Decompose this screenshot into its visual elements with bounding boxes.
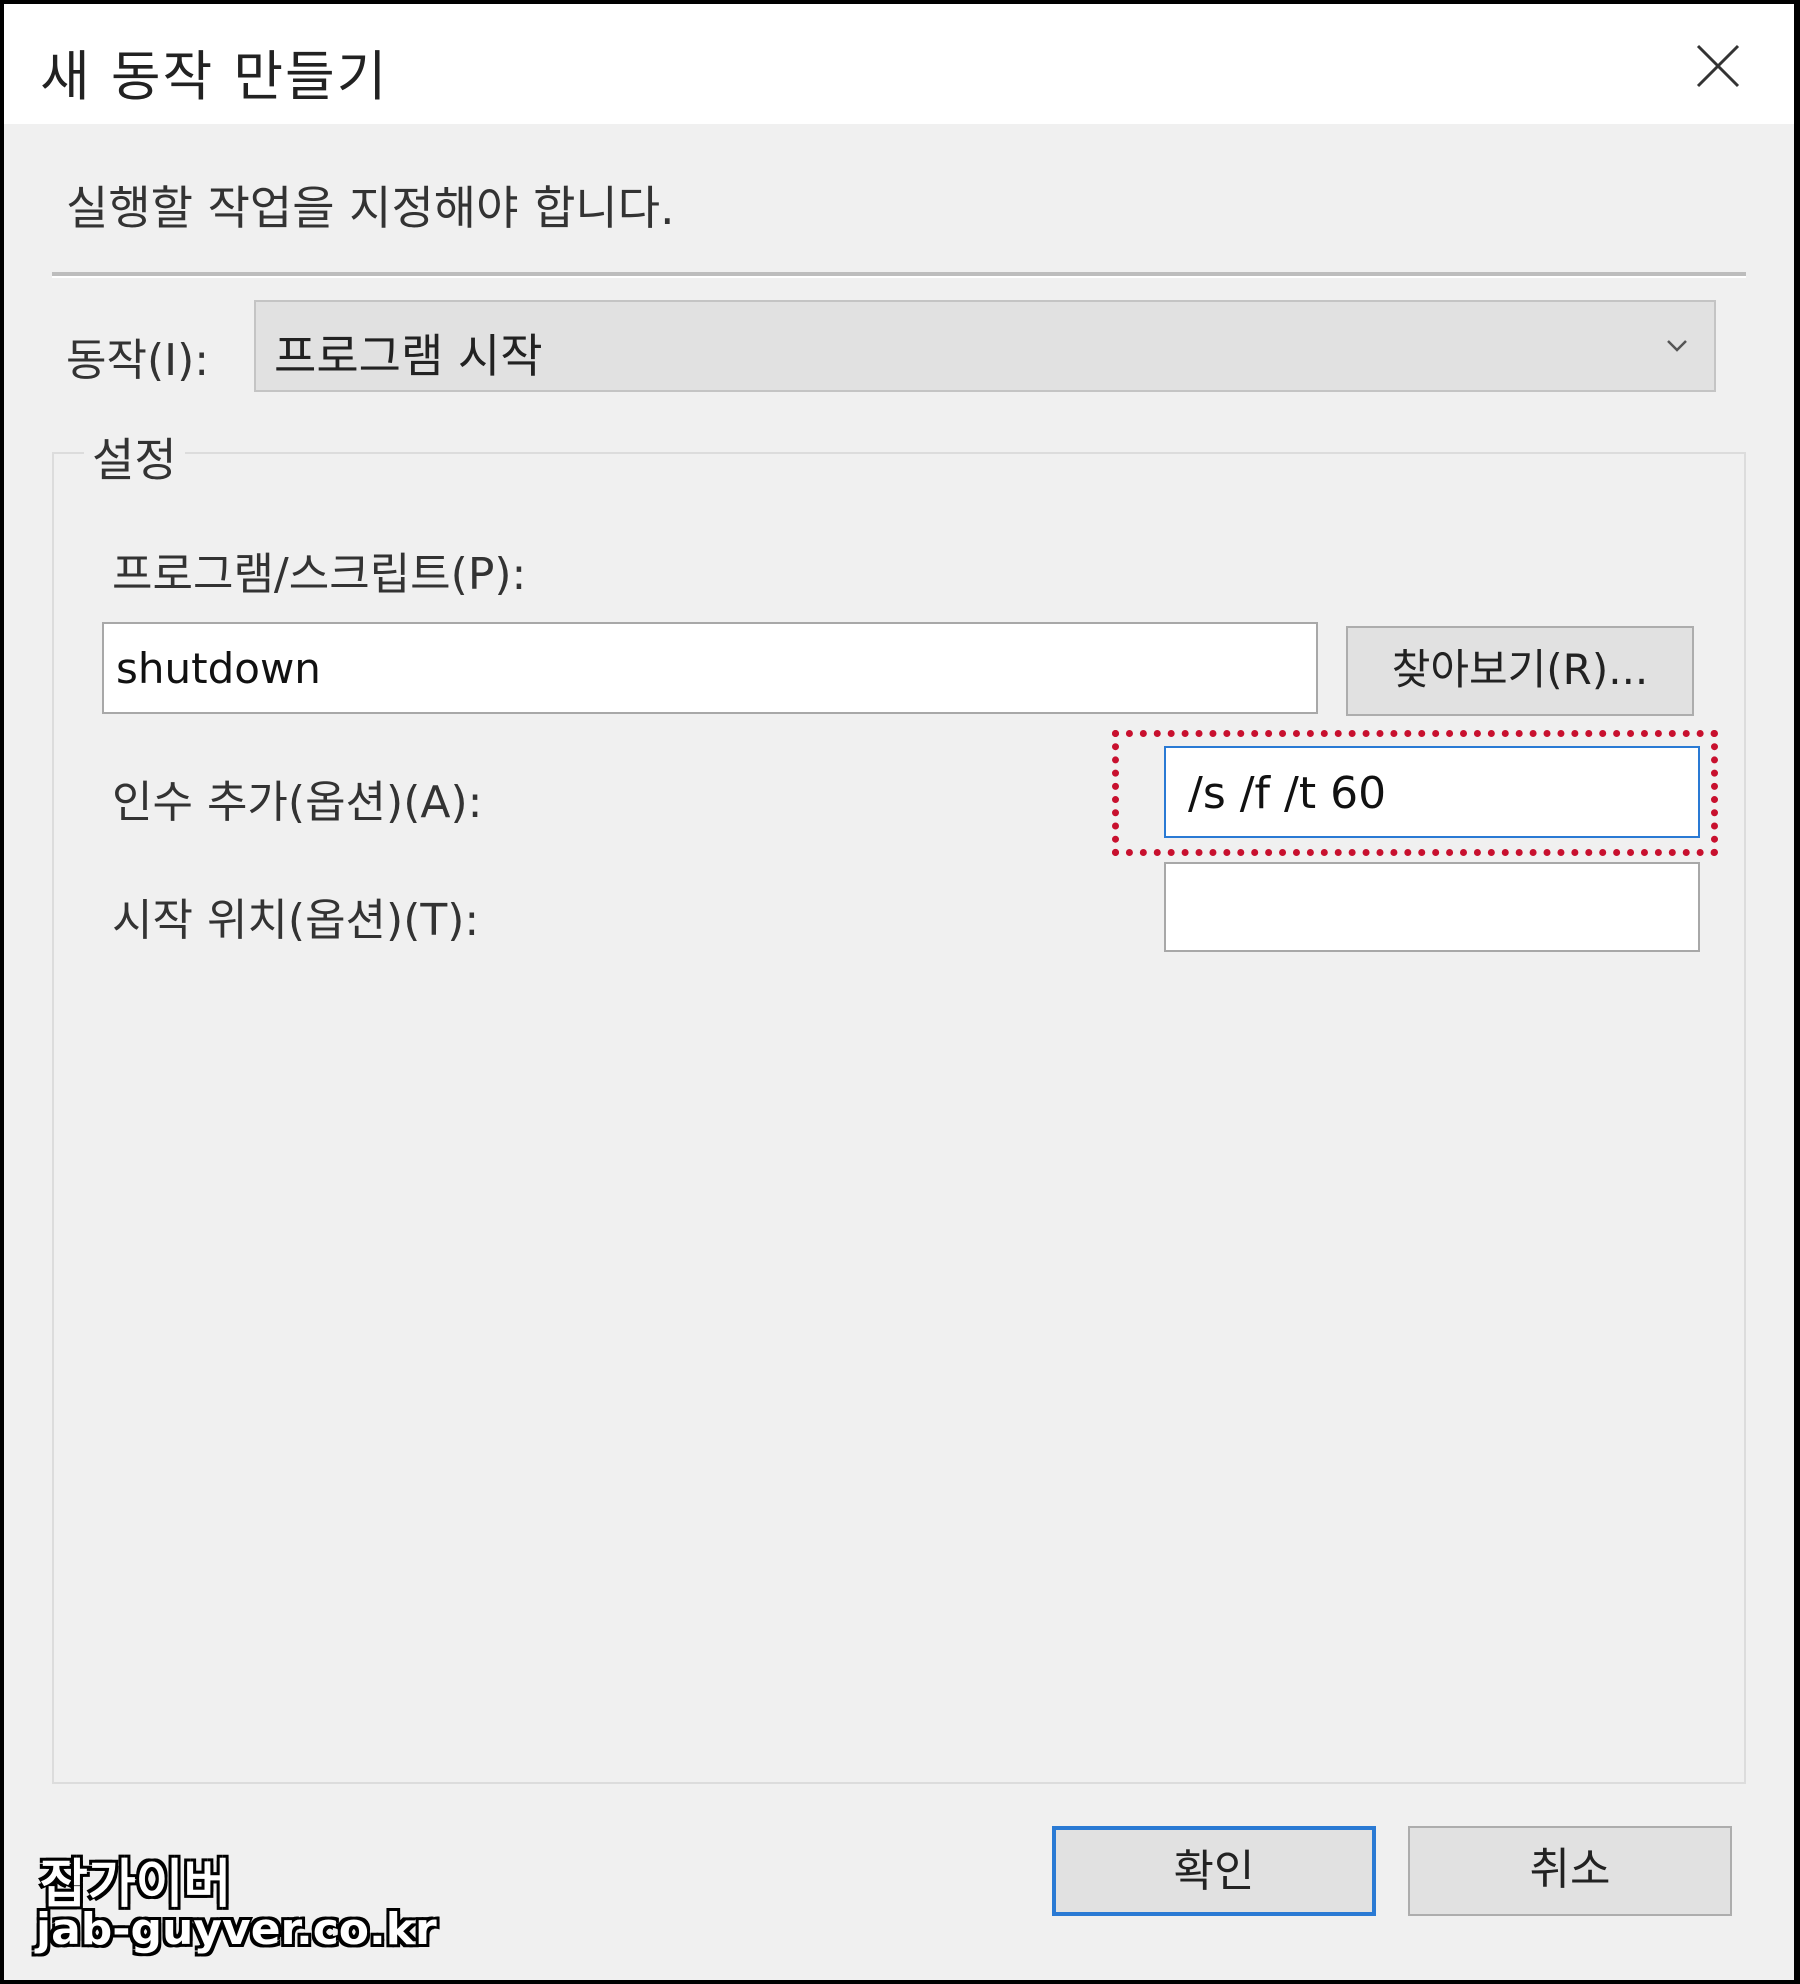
- close-icon[interactable]: [1690, 38, 1746, 94]
- new-action-dialog: 새 동작 만들기 실행할 작업을 지정해야 합니다. 동작(I): 프로그램 시…: [4, 4, 1794, 1980]
- window-title: 새 동작 만들기: [40, 45, 389, 108]
- arguments-label: 인수 추가(옵션)(A):: [112, 777, 483, 828]
- action-dropdown[interactable]: 프로그램 시작: [254, 300, 1716, 392]
- settings-legend: 설정: [84, 424, 185, 490]
- start-in-input[interactable]: [1164, 862, 1700, 952]
- separator: [52, 272, 1746, 278]
- action-selected-value: 프로그램 시작: [274, 329, 543, 383]
- program-script-input[interactable]: shutdown: [102, 622, 1318, 714]
- chevron-down-icon: [1667, 340, 1687, 352]
- highlight-box: [1112, 730, 1718, 856]
- program-script-label: 프로그램/스크립트(P):: [112, 549, 527, 600]
- program-script-value: shutdown: [116, 644, 321, 693]
- browse-button[interactable]: 찾아보기(R)...: [1346, 626, 1694, 716]
- action-label: 동작(I):: [66, 335, 210, 386]
- watermark-url: jab-guyver.co.kr: [36, 1904, 437, 1955]
- cancel-button[interactable]: 취소: [1408, 1826, 1732, 1916]
- title-bar: 새 동작 만들기: [4, 4, 1794, 124]
- ok-button[interactable]: 확인: [1052, 1826, 1376, 1916]
- start-in-label: 시작 위치(옵션)(T):: [112, 895, 480, 946]
- instruction-text: 실행할 작업을 지정해야 합니다.: [66, 181, 675, 235]
